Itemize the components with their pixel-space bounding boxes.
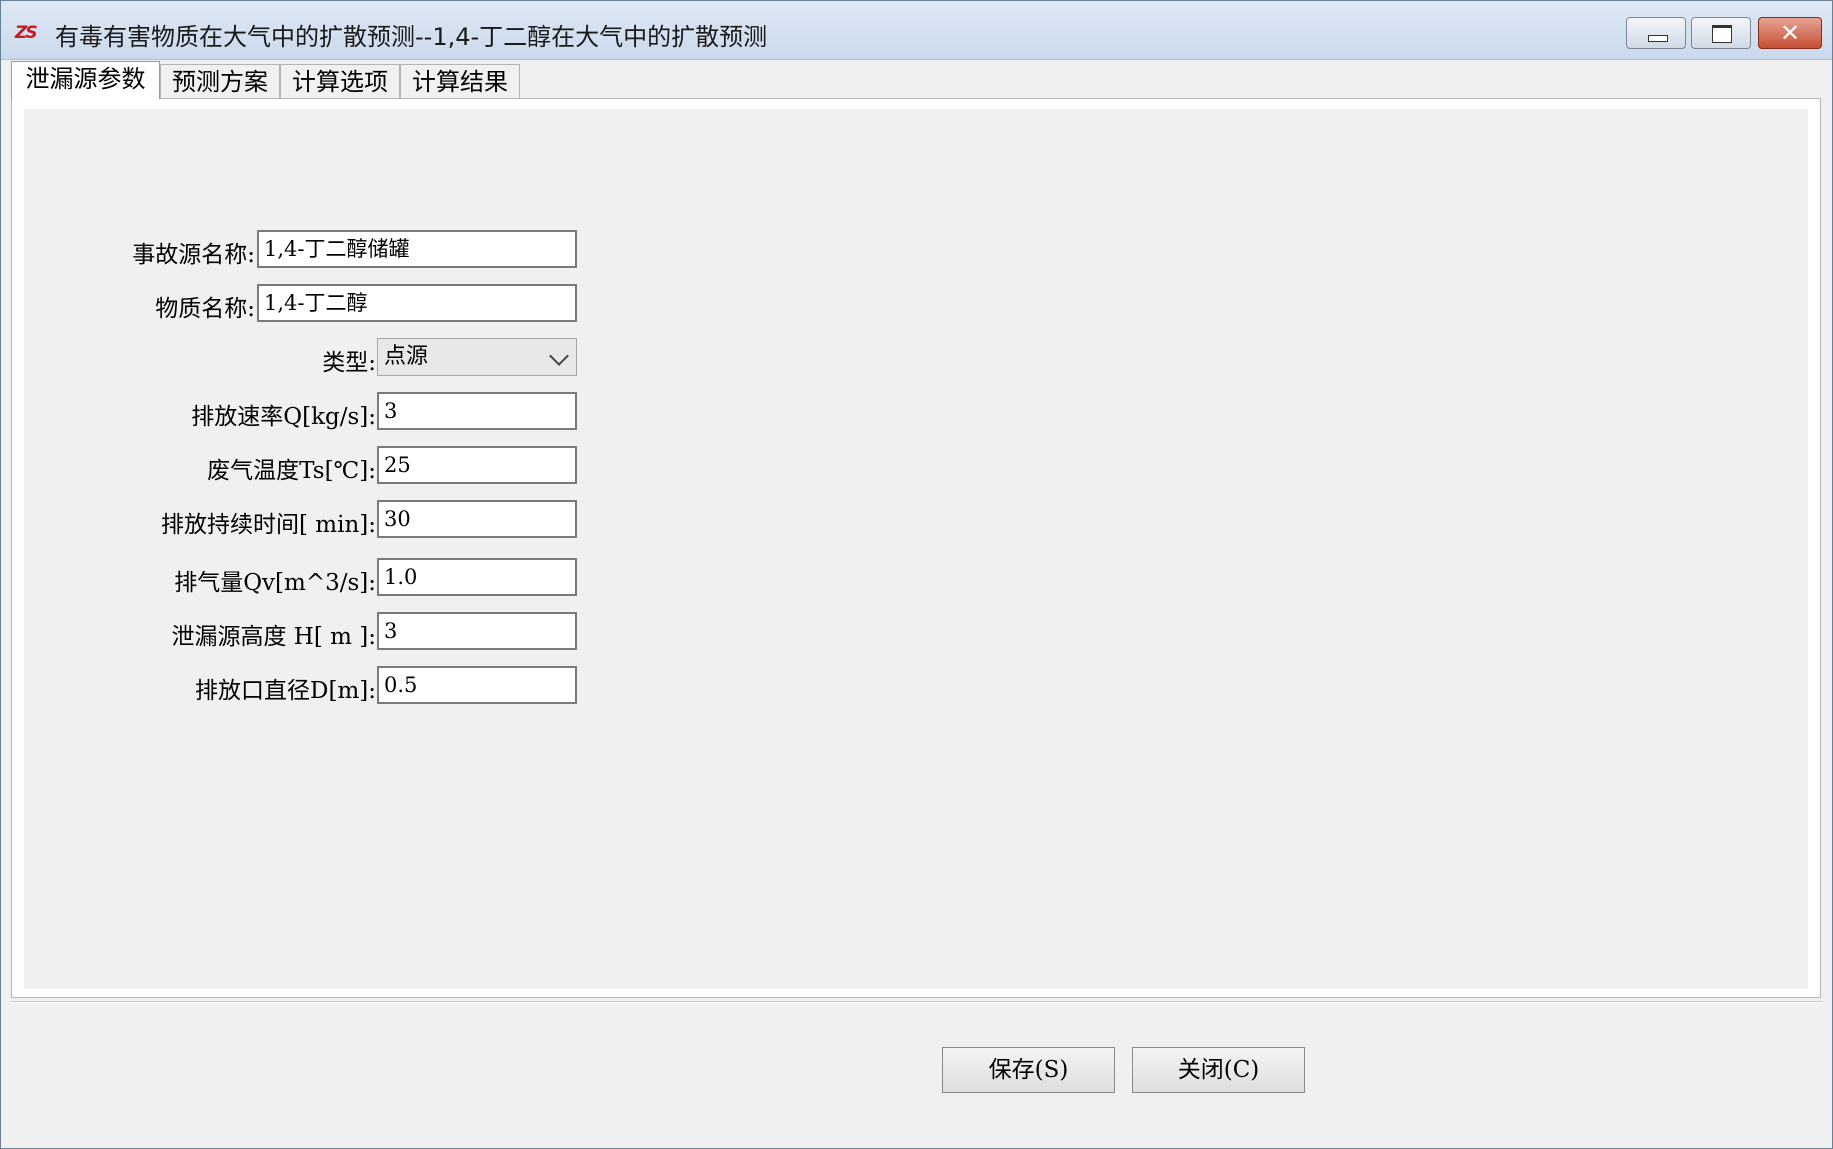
- type-select-value: 点源: [384, 344, 429, 369]
- source-name-label: 事故源名称:: [132, 242, 255, 268]
- maximize-icon: [1712, 25, 1732, 43]
- exhaust-volume-input[interactable]: 1.0: [377, 558, 577, 596]
- outlet-diameter-input[interactable]: 0.5: [377, 666, 577, 704]
- exhaust-volume-label: 排气量Qv[m^3/s]:: [174, 570, 376, 596]
- maximize-button[interactable]: [1691, 17, 1751, 49]
- type-label: 类型:: [322, 350, 376, 376]
- minimize-icon: [1648, 35, 1668, 42]
- tab-panel: 事故源名称: 1,4-丁二醇储罐 物质名称: 1,4-丁二醇 类型: 点源 排放…: [11, 98, 1821, 998]
- gas-temperature-input[interactable]: 25: [377, 446, 577, 484]
- save-button[interactable]: 保存(S): [942, 1047, 1115, 1093]
- source-height-label: 泄漏源高度 H[ m ]:: [171, 624, 377, 650]
- type-select[interactable]: 点源: [377, 338, 577, 376]
- source-height-input[interactable]: 3: [377, 612, 577, 650]
- gas-temperature-label: 废气温度Ts[℃]:: [207, 458, 376, 484]
- tab-calc-results[interactable]: 计算结果: [400, 64, 520, 98]
- source-name-input[interactable]: 1,4-丁二醇储罐: [257, 230, 577, 268]
- material-name-label: 物质名称:: [155, 296, 255, 322]
- title-bar[interactable]: ZS 有毒有害物质在大气中的扩散预测--1,4-丁二醇在大气中的扩散预测 ✕: [1, 1, 1832, 60]
- tab-leak-source-params[interactable]: 泄漏源参数: [11, 61, 160, 99]
- close-window-button[interactable]: ✕: [1758, 17, 1822, 49]
- duration-label: 排放持续时间[ min]:: [161, 512, 376, 538]
- footer-divider: [11, 1001, 1823, 1003]
- outlet-diameter-label: 排放口直径D[m]:: [195, 678, 376, 704]
- form-area: 事故源名称: 1,4-丁二醇储罐 物质名称: 1,4-丁二醇 类型: 点源 排放…: [24, 109, 1808, 989]
- chevron-down-icon: [549, 346, 569, 366]
- tab-calc-options[interactable]: 计算选项: [280, 64, 400, 98]
- close-button[interactable]: 关闭(C): [1132, 1047, 1305, 1093]
- app-logo-icon: ZS: [15, 23, 38, 43]
- duration-input[interactable]: 30: [377, 500, 577, 538]
- dialog-window: ZS 有毒有害物质在大气中的扩散预测--1,4-丁二醇在大气中的扩散预测 ✕ 泄…: [0, 0, 1833, 1149]
- release-rate-input[interactable]: 3: [377, 392, 577, 430]
- minimize-button[interactable]: [1626, 17, 1686, 49]
- close-icon: ✕: [1779, 19, 1801, 47]
- material-name-input[interactable]: 1,4-丁二醇: [257, 284, 577, 322]
- tab-forecast-plan[interactable]: 预测方案: [160, 64, 280, 98]
- window-title: 有毒有害物质在大气中的扩散预测--1,4-丁二醇在大气中的扩散预测: [55, 23, 768, 51]
- release-rate-label: 排放速率Q[kg/s]:: [191, 404, 376, 430]
